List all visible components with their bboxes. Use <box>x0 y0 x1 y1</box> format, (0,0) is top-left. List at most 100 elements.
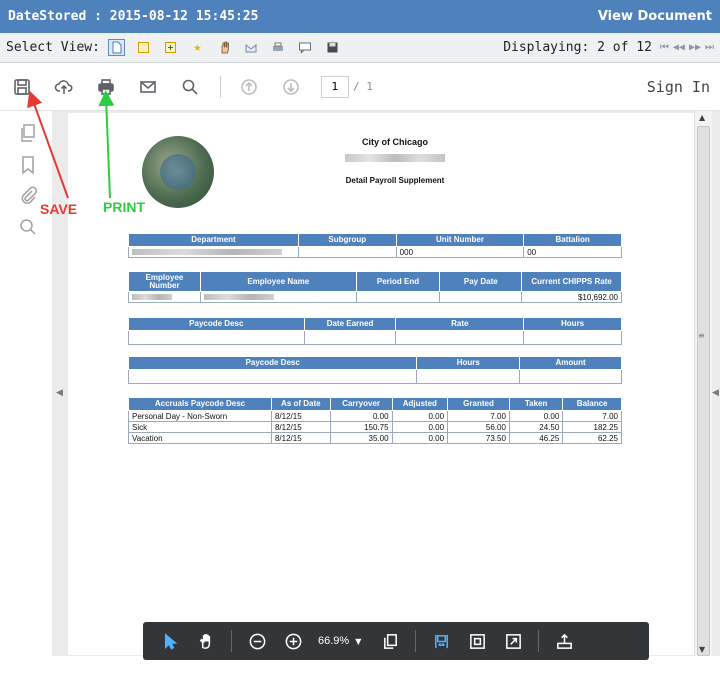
sidebar-search-icon[interactable] <box>18 217 40 239</box>
table-header: Adjusted <box>391 397 449 411</box>
table-header: Unit Number <box>395 233 525 247</box>
table-cell <box>199 291 357 303</box>
previous-page-icon[interactable]: ◀◀ <box>673 42 685 53</box>
table-cell: 0.00 <box>391 421 449 433</box>
paycode-amount-table: Paycode Desc Hours Amount <box>127 356 622 384</box>
toolbar-divider <box>538 630 540 652</box>
scroll-up-icon[interactable]: ▲ <box>699 113 705 122</box>
table-cell <box>128 330 305 345</box>
table-header: Employee Number <box>128 271 201 292</box>
redacted-line <box>345 154 445 162</box>
table-cell: 46.25 <box>508 432 564 444</box>
table-cell: Sick <box>128 421 272 433</box>
displaying-count: Displaying: 2 of 12 <box>503 40 652 55</box>
table-cell <box>127 369 418 384</box>
fit-page-icon[interactable] <box>466 630 488 652</box>
page-number-input[interactable]: 1 <box>321 75 349 98</box>
table-header: Hours <box>523 317 622 331</box>
table-cell <box>128 291 201 303</box>
table-cell <box>439 291 523 303</box>
paycode-table: Paycode Desc Date Earned Rate Hours <box>128 317 622 345</box>
frame-view-icon[interactable] <box>135 39 152 56</box>
save-view-icon[interactable] <box>324 39 341 56</box>
left-sidebar <box>0 111 52 656</box>
zoom-level[interactable]: 66.9% <box>318 635 349 647</box>
table-header: Granted <box>447 397 510 411</box>
attachment-icon[interactable] <box>18 185 40 207</box>
next-page-icon[interactable]: ▶▶ <box>689 42 701 53</box>
email-icon[interactable] <box>136 75 160 99</box>
org-name: City of Chicago <box>361 137 428 147</box>
page-total: / 1 <box>353 80 373 93</box>
save-icon[interactable] <box>10 75 34 99</box>
table-header: Carryover <box>329 397 393 411</box>
table-cell: 150.75 <box>329 421 393 433</box>
date-stored: DateStored : 2015-08-12 15:45:25 <box>8 9 259 24</box>
table-cell <box>519 369 622 384</box>
select-cursor-icon[interactable] <box>159 630 181 652</box>
toolbar-divider <box>231 630 232 652</box>
search-icon[interactable] <box>178 75 202 99</box>
fullscreen-icon[interactable] <box>502 630 524 652</box>
table-header: Battalion <box>523 233 622 247</box>
zoom-dropdown-icon[interactable]: ▼ <box>355 637 361 646</box>
table-cell <box>523 330 622 345</box>
vertical-scrollbar[interactable]: ▲ ≡ ▼ <box>694 111 712 656</box>
accruals-table: Accruals Paycode Desc As of Date Carryov… <box>128 397 622 444</box>
table-cell: 8/12/15 <box>270 410 331 422</box>
bookmark-icon[interactable] <box>18 155 40 177</box>
star-icon[interactable]: ★ <box>189 39 206 56</box>
table-cell <box>303 330 397 345</box>
table-cell <box>395 330 525 345</box>
hand-icon[interactable] <box>216 39 233 56</box>
department-table: Department Subgroup Unit Number Battalio… <box>128 233 622 258</box>
collapse-right-icon[interactable]: ◀ <box>712 388 719 398</box>
toolbar-divider <box>415 630 417 652</box>
table-cell: 0.00 <box>391 432 449 444</box>
table-cell: 7.00 <box>447 410 510 422</box>
comment-view-icon[interactable] <box>297 39 314 56</box>
table-header: Hours <box>416 356 521 370</box>
last-page-icon[interactable]: ⏭ <box>705 42 714 53</box>
page-up-icon[interactable] <box>237 75 261 99</box>
zoom-out-icon[interactable] <box>246 630 268 652</box>
page-mode-icon[interactable] <box>379 630 401 652</box>
print-view-icon[interactable] <box>270 39 287 56</box>
table-cell <box>416 369 521 384</box>
sign-in-link[interactable]: Sign In <box>647 78 710 96</box>
zoom-in-icon[interactable] <box>282 630 304 652</box>
select-view-label: Select View: <box>6 40 100 55</box>
table-cell: 00 <box>523 246 622 258</box>
thumbnails-icon[interactable] <box>18 123 40 145</box>
first-page-icon[interactable]: ⏮ <box>660 42 669 53</box>
collapse-left-icon[interactable]: ◀ <box>56 388 63 398</box>
bottom-toolbar: 66.9% ▼ <box>143 622 649 660</box>
annotation-view-icon[interactable] <box>162 39 179 56</box>
document-title: Detail Payroll Supplement <box>345 176 445 185</box>
pan-hand-icon[interactable] <box>195 630 217 652</box>
upload-cloud-icon[interactable] <box>52 75 76 99</box>
view-document-title: View Document <box>597 9 712 24</box>
page-down-icon[interactable] <box>279 75 303 99</box>
save-annotation: SAVE <box>40 201 78 217</box>
table-header: Subgroup <box>297 233 397 247</box>
email-view-icon[interactable] <box>243 39 260 56</box>
table-header: Pay Date <box>439 271 523 292</box>
select-view-bar: Select View: ★ Displaying: 2 of 12 ⏮ ◀◀ … <box>0 33 720 63</box>
scroll-thumb[interactable] <box>697 126 710 656</box>
table-header: Accruals Paycode Desc <box>128 397 272 411</box>
table-row: Vacation 8/12/15 35.00 0.00 73.50 46.25 … <box>128 432 622 444</box>
city-seal-logo <box>142 136 214 208</box>
table-cell: 73.50 <box>447 432 510 444</box>
scroll-down-icon[interactable]: ▼ <box>699 645 705 654</box>
scroll-grip-icon: ≡ <box>698 331 705 340</box>
print-icon[interactable] <box>94 75 118 99</box>
table-cell: Vacation <box>128 432 272 444</box>
export-icon[interactable] <box>553 630 575 652</box>
table-cell: $10,692.00 <box>521 291 622 303</box>
fit-width-icon[interactable] <box>430 630 452 652</box>
print-annotation: PRINT <box>103 199 145 215</box>
document-view-icon[interactable] <box>107 39 125 56</box>
table-cell: 8/12/15 <box>270 421 331 433</box>
table-header: Current CHIPPS Rate <box>521 271 622 292</box>
